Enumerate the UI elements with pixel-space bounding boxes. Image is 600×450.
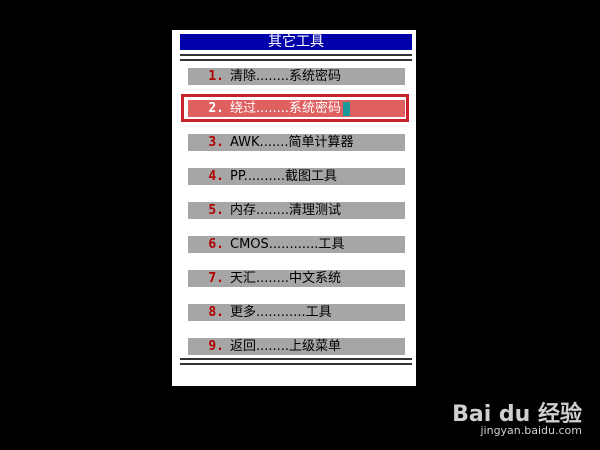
menu-item-cmos-tool[interactable]: 6. CMOS............工具 [188, 236, 405, 253]
item-number: 2. [208, 101, 224, 116]
item-label: 绕过........系统密码 [230, 101, 342, 116]
item-label: 更多............工具 [230, 305, 332, 320]
item-label: PP..........截图工具 [230, 169, 337, 184]
item-number: 6. [208, 237, 224, 252]
item-label: 返回........上级菜单 [230, 339, 342, 354]
text-cursor [343, 101, 351, 116]
menu-item-more-tools[interactable]: 8. 更多............工具 [188, 304, 405, 321]
menu-item-clear-password[interactable]: 1. 清除........系统密码 [188, 68, 405, 85]
top-separator [180, 54, 412, 62]
item-label: 内存........清理测试 [230, 203, 342, 218]
item-number: 9. [208, 339, 224, 354]
item-number: 5. [208, 203, 224, 218]
item-number: 4. [208, 169, 224, 184]
menu-item-awk-calculator[interactable]: 3. AWK.......简单计算器 [188, 134, 405, 151]
bottom-separator [180, 358, 412, 366]
menu-title: 其它工具 [180, 34, 412, 50]
menu-item-return[interactable]: 9. 返回........上级菜单 [188, 338, 405, 355]
item-label: CMOS............工具 [230, 237, 345, 252]
menu-item-memory-test[interactable]: 5. 内存........清理测试 [188, 202, 405, 219]
item-label: AWK.......简单计算器 [230, 135, 354, 150]
item-number: 3. [208, 135, 224, 150]
menu-item-bypass-password[interactable]: 2. 绕过........系统密码 [188, 100, 405, 117]
item-number: 7. [208, 271, 224, 286]
item-number: 1. [208, 69, 224, 84]
tools-menu-panel: 其它工具 1. 清除........系统密码 2. 绕过........系统密码… [172, 30, 416, 386]
item-label: 天汇........中文系统 [230, 271, 342, 286]
watermark-url: jingyan.baidu.com [480, 424, 582, 437]
menu-item-pp-screenshot[interactable]: 4. PP..........截图工具 [188, 168, 405, 185]
menu-item-chinese-system[interactable]: 7. 天汇........中文系统 [188, 270, 405, 287]
item-label: 清除........系统密码 [230, 69, 342, 84]
item-number: 8. [208, 305, 224, 320]
baidu-jingyan-watermark: Bai du 经验 jingyan.baidu.com [452, 396, 582, 437]
